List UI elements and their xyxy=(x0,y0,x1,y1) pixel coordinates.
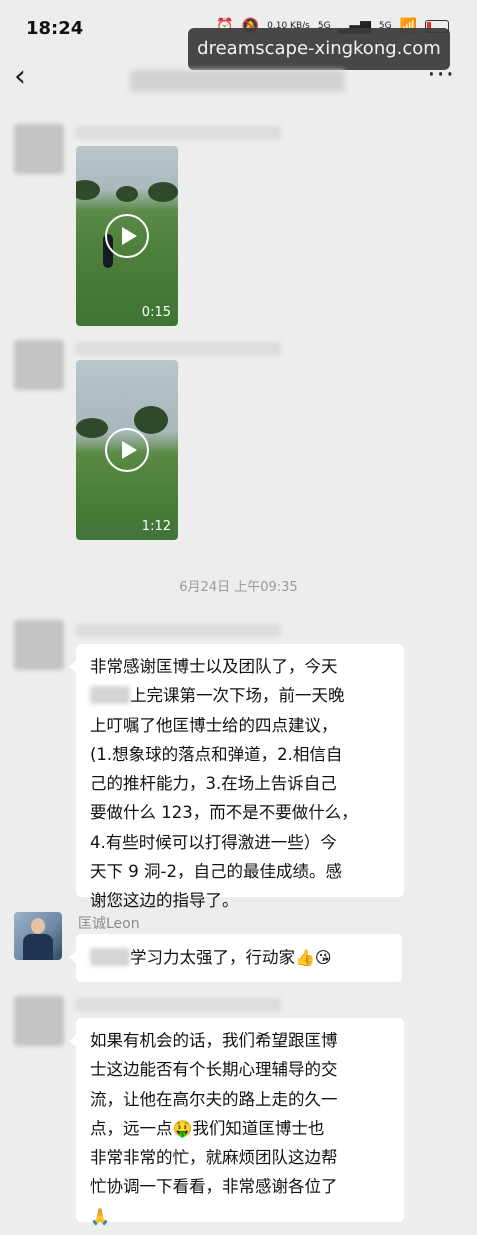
more-options-icon[interactable]: ··· xyxy=(427,60,455,90)
chat-title-redacted xyxy=(130,70,345,92)
message-bubble[interactable]: 非常感谢匡博士以及团队了，今天 上完课第一次下场，前一天晚 上叮嘱了他匡博士给的… xyxy=(69,644,404,910)
avatar-redacted[interactable] xyxy=(14,340,64,390)
message-line: 谢您这边的指导了。 xyxy=(90,891,239,911)
chat-timestamp: 6月24日 上午09:35 xyxy=(179,580,298,595)
message-line: 忙协调一下看看，非常感谢各位了 xyxy=(90,1177,338,1197)
message-line: 流，让他在高尔夫的路上走的久一 xyxy=(90,1089,338,1109)
message-line: 上完课第一次下场，前一天晚 xyxy=(90,681,404,710)
back-chevron-icon[interactable]: ‹ xyxy=(14,62,26,92)
avatar-redacted[interactable] xyxy=(14,124,64,174)
sender-name-redacted xyxy=(76,342,281,355)
play-icon[interactable] xyxy=(105,214,149,258)
sender-name-redacted xyxy=(76,998,281,1011)
avatar-redacted[interactable] xyxy=(14,620,64,670)
sender-name-redacted xyxy=(76,126,281,139)
message-line: 己的推杆能力，3.在场上告诉自己 xyxy=(90,774,337,794)
status-time: 18:24 xyxy=(26,18,84,39)
message-line: (1.想象球的落点和弹道，2.相信自 xyxy=(90,744,343,764)
video-message[interactable]: 0:15 xyxy=(76,146,178,326)
chat-nav-bar: ‹ ··· xyxy=(0,56,477,104)
message-bubble[interactable]: 如果有机会的话，我们希望跟匡博 士这边能否有个长期心理辅导的交 流，让他在高尔夫… xyxy=(69,1018,404,1226)
message-line: 非常感谢匡博士以及团队了，今天 xyxy=(90,657,338,676)
message-bubble[interactable]: 学习力太强了，行动家👍😘 xyxy=(69,934,402,982)
message-line: 非常非常的忙，就麻烦团队这边帮 xyxy=(90,1148,338,1168)
avatar-leon[interactable] xyxy=(14,912,62,960)
avatar-redacted[interactable] xyxy=(14,996,64,1046)
emoji-pray-icon: 🙏 xyxy=(90,1206,110,1226)
redacted-name xyxy=(90,686,130,705)
message-line: 学习力太强了，行动家👍😘 xyxy=(90,943,402,972)
redacted-name xyxy=(90,948,130,966)
message-line: 点，远一点🤑我们知道匡博士也 xyxy=(90,1118,325,1138)
video-duration: 1:12 xyxy=(141,519,171,534)
sender-name-redacted xyxy=(76,624,281,637)
emoji-money-face-icon: 🤑 xyxy=(172,1118,193,1138)
message-line: 4.有些时候可以打得激进一些）今 xyxy=(90,832,337,852)
message-line: 如果有机会的话，我们希望跟匡博 xyxy=(90,1031,338,1050)
emoji-thumbs-up-kiss-icon: 👍😘 xyxy=(295,948,332,967)
video-duration: 0:15 xyxy=(141,305,171,320)
message-line: 士这边能否有个长期心理辅导的交 xyxy=(90,1060,338,1080)
message-line: 天下 9 洞-2，自己的最佳成绩。感 xyxy=(90,862,342,882)
message-line: 要做什么 123，而不是不要做什么， xyxy=(90,803,358,823)
play-icon[interactable] xyxy=(105,428,149,472)
message-line: 上叮嘱了他匡博士给的四点建议， xyxy=(90,715,338,735)
sender-name: 匡诚Leon xyxy=(78,916,140,932)
video-message[interactable]: 1:12 xyxy=(76,360,178,540)
